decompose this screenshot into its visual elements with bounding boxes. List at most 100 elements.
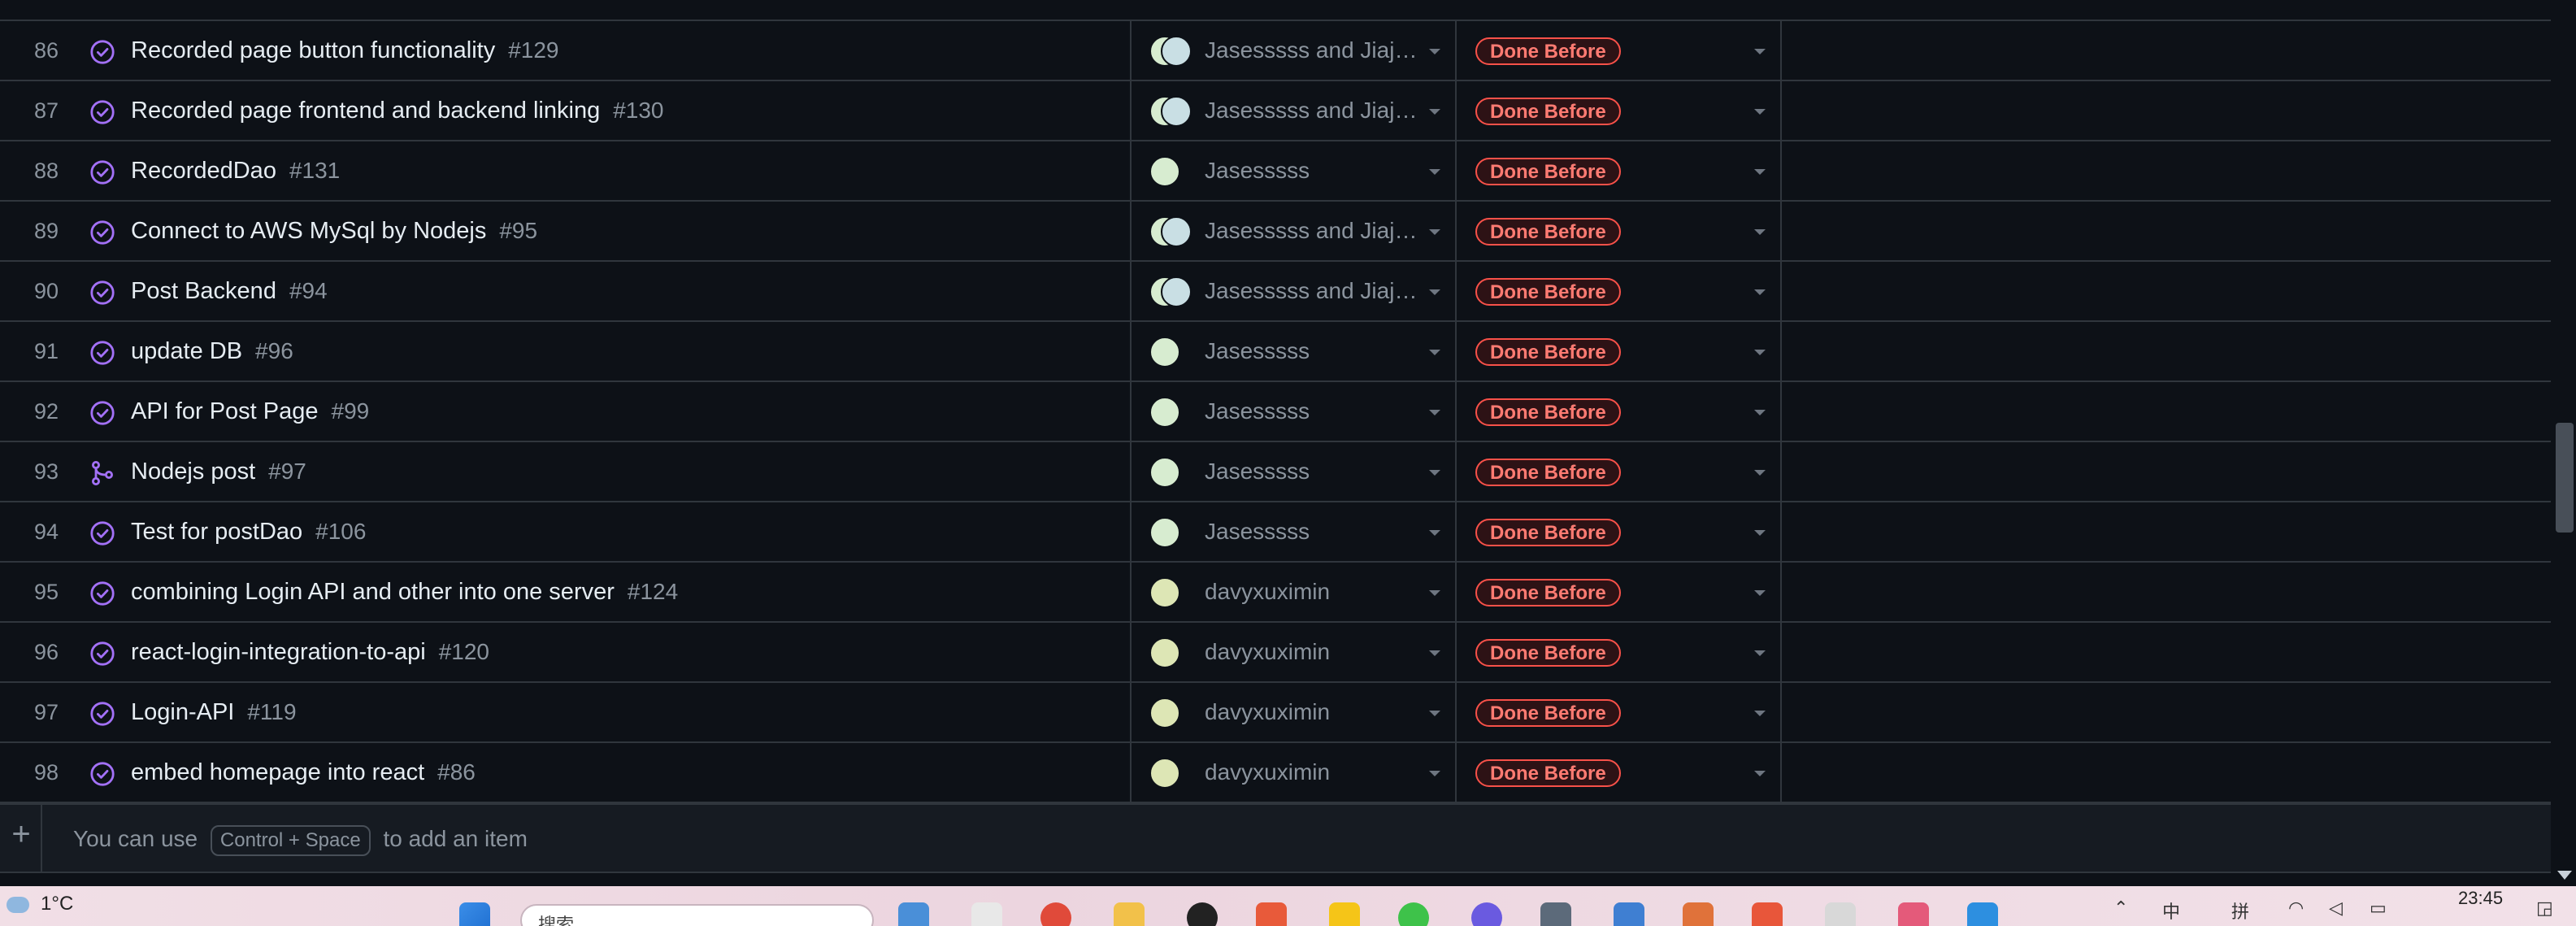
assignee-name[interactable]: Jasesssss and Jiajun… <box>1205 81 1418 140</box>
chevron-down-icon[interactable] <box>1754 711 1766 716</box>
issue-title-link[interactable]: Test for postDao #106 <box>131 502 366 561</box>
issue-title-link[interactable]: combining Login API and other into one s… <box>131 563 678 621</box>
chevron-down-icon[interactable] <box>1754 350 1766 355</box>
chevron-down-icon[interactable] <box>1754 109 1766 115</box>
chrome-icon[interactable] <box>1040 902 1071 926</box>
folder-icon[interactable] <box>1114 902 1145 926</box>
assignee-name[interactable]: Jasesssss <box>1205 442 1310 501</box>
chevron-down-icon[interactable] <box>1754 169 1766 175</box>
issue-title-link[interactable]: Recorded page frontend and backend linki… <box>131 81 664 140</box>
app-icon[interactable] <box>1256 902 1287 926</box>
notification-icon[interactable]: ◲ <box>2536 898 2553 919</box>
app-icon[interactable] <box>1187 902 1218 926</box>
app-icon[interactable] <box>1329 902 1360 926</box>
app-icon[interactable] <box>1825 902 1856 926</box>
status-badge[interactable]: Done Before <box>1475 699 1621 727</box>
chevron-down-icon[interactable] <box>1754 49 1766 54</box>
chevron-down-icon[interactable] <box>1429 109 1440 115</box>
taskbar-search-input[interactable]: 搜索 <box>520 904 874 926</box>
add-item-bar[interactable]: + You can use Control + Space to add an … <box>0 803 2551 873</box>
assignee-name[interactable]: davyxuximin <box>1205 563 1330 621</box>
status-badge[interactable]: Done Before <box>1475 98 1621 125</box>
status-badge[interactable]: Done Before <box>1475 579 1621 606</box>
status-badge[interactable]: Done Before <box>1475 338 1621 366</box>
chevron-down-icon[interactable] <box>1429 289 1440 295</box>
table-row[interactable]: 97 Login-API #119 davyxuximin Done Before <box>0 683 2551 743</box>
chevron-down-icon[interactable] <box>1429 49 1440 54</box>
table-row[interactable]: 86 Recorded page button functionality #129… <box>0 21 2551 81</box>
app-icon[interactable] <box>1752 902 1783 926</box>
table-row[interactable]: 90 Post Backend #94 Jasesssss and Jiajun… Do… <box>0 262 2551 322</box>
tray-icon[interactable]: 拼 <box>2231 898 2249 924</box>
table-row[interactable]: 91 update DB #96 Jasesssss Done Before <box>0 322 2551 382</box>
add-item-hint[interactable]: You can use Control + Space to add an it… <box>73 805 528 873</box>
assignee-name[interactable]: Jasesssss <box>1205 141 1310 200</box>
chevron-down-icon[interactable] <box>1754 530 1766 536</box>
issue-title-link[interactable]: embed homepage into react #86 <box>131 743 476 802</box>
table-row[interactable]: 87 Recorded page frontend and backend lin… <box>0 81 2551 141</box>
volume-icon[interactable]: ◁ <box>2329 898 2343 919</box>
scroll-thumb[interactable] <box>2556 423 2574 533</box>
table-row[interactable]: 93 Nodejs post #97 Jasesssss Done Before <box>0 442 2551 502</box>
assignee-name[interactable]: Jasesssss <box>1205 322 1310 380</box>
assignee-name[interactable]: Jasesssss <box>1205 382 1310 441</box>
issue-title-link[interactable]: Connect to AWS MySql by Nodejs #95 <box>131 202 537 260</box>
chevron-down-icon[interactable] <box>1429 711 1440 716</box>
wechat-icon[interactable] <box>1398 902 1429 926</box>
app-icon[interactable] <box>898 902 929 926</box>
assignee-name[interactable]: Jasesssss and Jiajun… <box>1205 21 1418 80</box>
issue-title-link[interactable]: react-login-integration-to-api #120 <box>131 623 489 681</box>
vscode-icon[interactable] <box>1967 902 1998 926</box>
chevron-down-icon[interactable] <box>1429 410 1440 415</box>
status-badge[interactable]: Done Before <box>1475 218 1621 246</box>
tray-icon[interactable]: ⌃ <box>2113 898 2128 919</box>
status-badge[interactable]: Done Before <box>1475 519 1621 546</box>
table-row[interactable]: 95 combining Login API and other into one… <box>0 563 2551 623</box>
chevron-down-icon[interactable] <box>1754 470 1766 476</box>
chevron-down-icon[interactable] <box>1429 771 1440 776</box>
assignee-name[interactable]: Jasesssss <box>1205 502 1310 561</box>
assignee-name[interactable]: Jasesssss and Jiajun… <box>1205 202 1418 260</box>
table-row[interactable]: 94 Test for postDao #106 Jasesssss Done Befo… <box>0 502 2551 563</box>
table-row[interactable]: 88 RecordedDao #131 Jasesssss Done Before <box>0 141 2551 202</box>
issue-title-link[interactable]: Recorded page button functionality #129 <box>131 21 559 80</box>
status-badge[interactable]: Done Before <box>1475 158 1621 185</box>
table-row[interactable]: 96 react-login-integration-to-api #120 davy… <box>0 623 2551 683</box>
issue-title-link[interactable]: update DB #96 <box>131 322 293 380</box>
vertical-scrollbar[interactable] <box>2551 0 2576 886</box>
assignee-name[interactable]: davyxuximin <box>1205 683 1330 741</box>
chevron-down-icon[interactable] <box>1429 470 1440 476</box>
chevron-down-icon[interactable] <box>1429 530 1440 536</box>
status-badge[interactable]: Done Before <box>1475 759 1621 787</box>
chevron-down-icon[interactable] <box>1754 410 1766 415</box>
discord-icon[interactable] <box>1471 902 1502 926</box>
table-row[interactable]: 98 embed homepage into react #86 davyxuximi… <box>0 743 2551 803</box>
chevron-down-icon[interactable] <box>1754 590 1766 596</box>
status-badge[interactable]: Done Before <box>1475 459 1621 486</box>
status-badge[interactable]: Done Before <box>1475 37 1621 65</box>
issue-title-link[interactable]: Login-API #119 <box>131 683 297 741</box>
assignee-name[interactable]: davyxuximin <box>1205 743 1330 802</box>
clock[interactable]: 23:45 <box>2458 888 2503 909</box>
battery-icon[interactable]: ▭ <box>2370 898 2387 919</box>
assignee-name[interactable]: Jasesssss and Jiajun… <box>1205 262 1418 320</box>
issue-title-link[interactable]: Post Backend #94 <box>131 262 328 320</box>
table-row[interactable]: 92 API for Post Page #99 Jasesssss Done Befo… <box>0 382 2551 442</box>
status-badge[interactable]: Done Before <box>1475 398 1621 426</box>
status-badge[interactable]: Done Before <box>1475 278 1621 306</box>
chevron-down-icon[interactable] <box>1429 350 1440 355</box>
tray-icon[interactable]: 中 <box>2162 898 2180 924</box>
app-icon[interactable] <box>1683 902 1714 926</box>
chevron-down-icon[interactable] <box>1754 650 1766 656</box>
weather-widget[interactable]: 1°C <box>7 893 73 915</box>
app-icon[interactable] <box>1540 902 1571 926</box>
scroll-down-arrow-icon[interactable] <box>2557 871 2572 880</box>
assignee-name[interactable]: davyxuximin <box>1205 623 1330 681</box>
chevron-down-icon[interactable] <box>1754 771 1766 776</box>
issue-title-link[interactable]: RecordedDao #131 <box>131 141 340 200</box>
plus-icon[interactable]: + <box>5 816 37 853</box>
chevron-down-icon[interactable] <box>1754 229 1766 235</box>
chevron-down-icon[interactable] <box>1429 229 1440 235</box>
chevron-down-icon[interactable] <box>1754 289 1766 295</box>
windows-start-icon[interactable] <box>459 902 490 926</box>
